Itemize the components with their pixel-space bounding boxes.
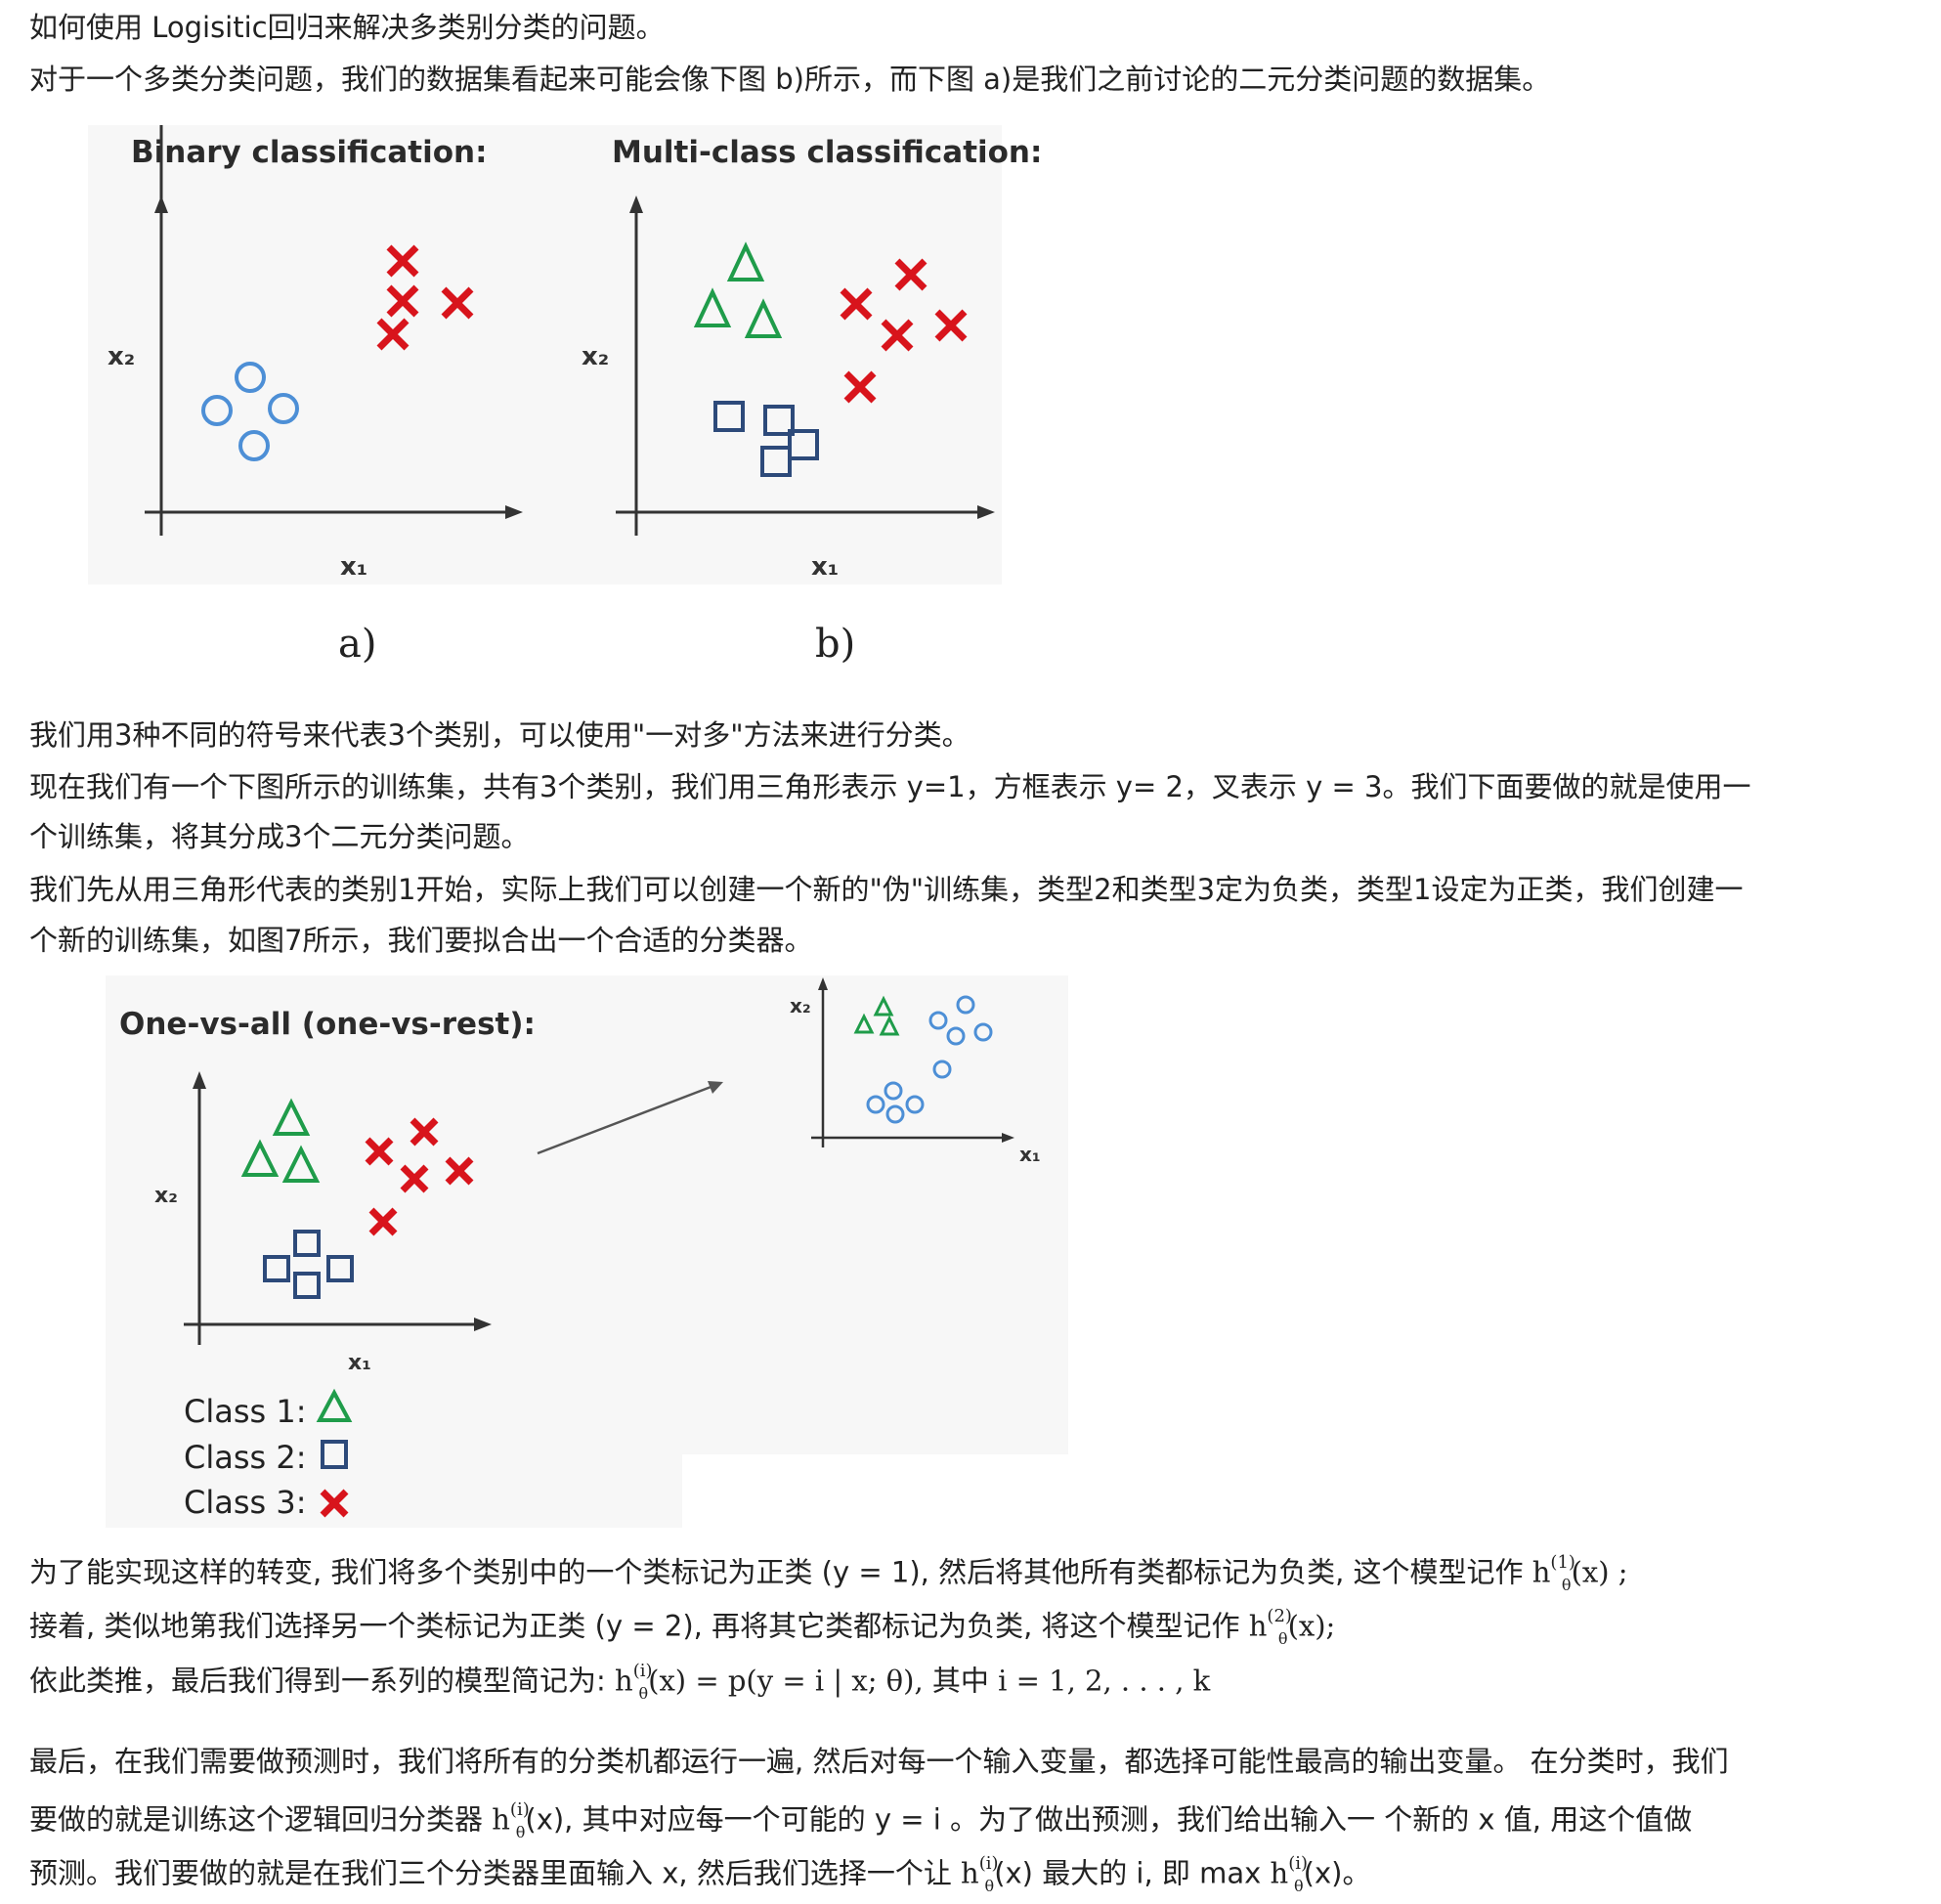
model-i-text: 依此类推，最后我们得到一系列的模型简记为:	[29, 1664, 615, 1698]
predict-3-tail: (x)。	[1303, 1856, 1371, 1890]
figure2-background	[106, 975, 1068, 1454]
superscript-i: (i)	[632, 1661, 653, 1681]
h-theta-i: h(i) θ	[615, 1656, 653, 1711]
h-symbol: h	[615, 1664, 633, 1698]
multiclass-x-axis-label: x₁	[811, 552, 839, 582]
h-symbol: h	[961, 1856, 979, 1890]
predict-3-mid: (x) 最大的 i, 即 max	[994, 1856, 1271, 1890]
intro-line-1: 如何使用 Logisitic回归来解决多类别分类的问题。	[29, 11, 665, 44]
multiclass-y-axis-label: x₂	[582, 342, 609, 371]
para-pseudo-set-2: 个新的训练集，如图7所示，我们要拟合出一个合适的分类器。	[29, 924, 813, 957]
superscript-i: (i)	[1288, 1853, 1309, 1874]
para-symbols: 我们用3种不同的符号来代表3个类别，可以使用"一对多"方法来进行分类。	[29, 718, 970, 752]
para-training-set-1: 现在我们有一个下图所示的训练集，共有3个类别，我们用三角形表示 y=1，方框表示…	[29, 770, 1751, 803]
h-theta-argmax: h(i) θ	[961, 1848, 999, 1904]
figure-one-vs-all: One-vs-all (one-vs-rest): x₂ x₁ x₂ x₁ Cl…	[106, 975, 1068, 1528]
model-1-tail: (x) ;	[1571, 1555, 1628, 1589]
model-2-tail: (x);	[1287, 1609, 1336, 1643]
predict-2-text: 要做的就是训练这个逻辑回归分类器	[29, 1802, 493, 1837]
predict-3-text: 预测。我们要做的就是在我们三个分类器里面输入 x, 然后我们选择一个让	[29, 1856, 962, 1890]
predict-2-tail: (x), 其中对应每一个可能的 y = i 。为了做出预测，我们给出输入一 个新…	[525, 1802, 1693, 1837]
ova-x-axis-label: x₁	[348, 1351, 371, 1375]
theta-subscript: θ	[515, 1823, 526, 1842]
h-symbol: h	[1270, 1856, 1289, 1890]
theta-subscript: θ	[1561, 1576, 1572, 1595]
theta-subscript: θ	[984, 1877, 995, 1896]
para-model-1: 为了能实现这样的转变, 我们将多个类别中的一个类标记为正类 (y = 1), 然…	[29, 1547, 1628, 1603]
para-model-2: 接着, 类似地第我们选择另一个类标记为正类 (y = 2), 再将其它类都标记为…	[29, 1601, 1335, 1657]
figure1-background	[88, 125, 1002, 584]
legend-class-2-label: Class 2:	[184, 1439, 307, 1476]
legend-class-1-label: Class 1:	[184, 1393, 307, 1430]
model-1-text: 为了能实现这样的转变, 我们将多个类别中的一个类标记为正类 (y = 1), 然…	[29, 1555, 1532, 1589]
caption-b: b)	[815, 622, 855, 667]
h-symbol: h	[492, 1802, 510, 1837]
superscript-i: (i)	[509, 1799, 530, 1820]
one-vs-all-title: One-vs-all (one-vs-rest):	[119, 1007, 536, 1042]
ova-y-axis-label: x₂	[154, 1184, 178, 1208]
mini-y-axis-label: x₂	[790, 994, 811, 1017]
para-predict-1: 最后，在我们需要做预测时，我们将所有的分类机都运行一遍, 然后对每一个输入变量，…	[29, 1745, 1729, 1778]
multiclass-title: Multi-class classification:	[612, 135, 1042, 170]
h-symbol: h	[1248, 1609, 1268, 1643]
figure-binary-vs-multiclass: Binary classification: x₂ x₁ a) Multi-cl…	[88, 125, 1042, 667]
h-symbol: h	[1531, 1555, 1551, 1589]
h-theta-predict: h(i) θ	[492, 1795, 530, 1850]
theta-subscript: θ	[638, 1684, 649, 1704]
theta-subscript: θ	[1277, 1629, 1288, 1649]
theta-subscript: θ	[1294, 1877, 1304, 1896]
para-pseudo-set-1: 我们先从用三角形代表的类别1开始，实际上我们可以创建一个新的"伪"训练集，类型2…	[29, 873, 1744, 906]
intro-line-2: 对于一个多类分类问题，我们的数据集看起来可能会像下图 b)所示，而下图 a)是我…	[29, 63, 1551, 96]
caption-a: a)	[338, 622, 376, 667]
h-theta-max: h(i) θ	[1270, 1848, 1309, 1904]
superscript-1: (1)	[1550, 1552, 1575, 1573]
para-predict-2: 要做的就是训练这个逻辑回归分类器 h(i) θ(x), 其中对应每一个可能的 y …	[29, 1795, 1692, 1850]
model-i-tail: (x) = p(y = i | x; θ), 其中 i = 1, 2, . . …	[648, 1664, 1211, 1698]
para-predict-3: 预测。我们要做的就是在我们三个分类器里面输入 x, 然后我们选择一个让 h(i)…	[29, 1848, 1370, 1904]
binary-y-axis-label: x₂	[108, 342, 135, 371]
model-2-text: 接着, 类似地第我们选择另一个类标记为正类 (y = 2), 再将其它类都标记为…	[29, 1609, 1249, 1643]
binary-title: Binary classification:	[131, 135, 487, 170]
superscript-i: (i)	[978, 1853, 999, 1874]
mini-x-axis-label: x₁	[1019, 1143, 1041, 1166]
superscript-2: (2)	[1267, 1606, 1292, 1626]
h-theta-2: h(2) θ	[1248, 1601, 1292, 1657]
para-training-set-2: 个训练集，将其分成3个二元分类问题。	[29, 820, 530, 853]
para-model-i: 依此类推，最后我们得到一系列的模型简记为: h(i) θ(x) = p(y = i…	[29, 1656, 1210, 1711]
legend-class-3-label: Class 3:	[184, 1484, 307, 1521]
h-theta-1: h(1) θ	[1531, 1547, 1575, 1603]
binary-x-axis-label: x₁	[340, 552, 367, 582]
